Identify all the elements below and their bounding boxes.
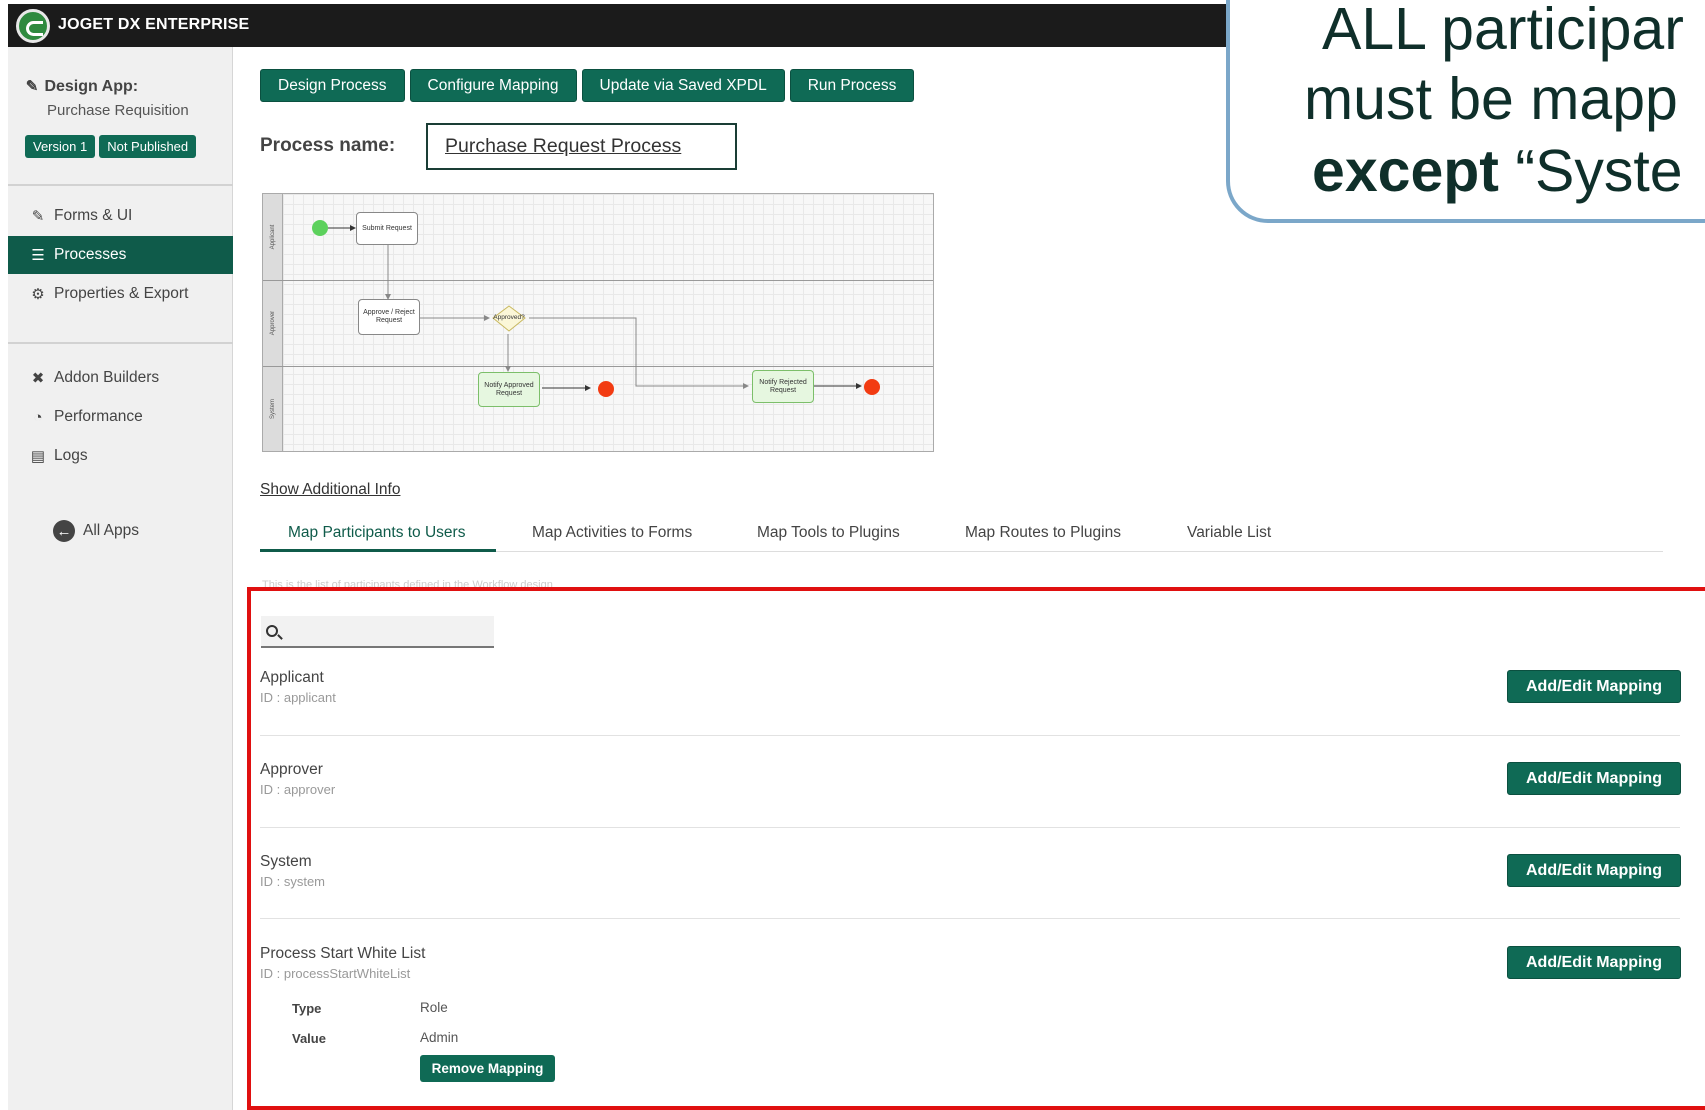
mapping-type-value: Role — [420, 1000, 448, 1015]
sidebar-item-addon-builders[interactable]: ✖ Addon Builders — [8, 359, 233, 397]
divider — [260, 735, 1680, 736]
divider — [8, 342, 233, 344]
callout-line-1: ALL participar — [1322, 0, 1684, 62]
tools-icon: ✖ — [31, 370, 45, 387]
tab-map-routes[interactable]: Map Routes to Plugins — [965, 524, 1121, 542]
list-icon: ☰ — [31, 247, 45, 264]
gauge-icon: ◔ — [33, 408, 43, 426]
tab-map-activities[interactable]: Map Activities to Forms — [532, 524, 692, 542]
participant-id: ID : processStartWhiteList — [260, 966, 411, 981]
process-name-label: Process name: — [260, 135, 396, 156]
back-arrow-icon: ← — [53, 520, 75, 542]
add-edit-mapping-button[interactable]: Add/Edit Mapping — [1507, 946, 1681, 979]
mapping-type-label: Type — [292, 1001, 322, 1016]
design-app-heading: ✎ Design App: — [24, 77, 138, 96]
callout-line-3: except “Syste — [1312, 142, 1683, 201]
add-edit-mapping-button[interactable]: Add/Edit Mapping — [1507, 854, 1681, 887]
participant-name: System — [260, 853, 312, 870]
version-badge[interactable]: Version 1 — [25, 135, 96, 158]
remove-mapping-button[interactable]: Remove Mapping — [420, 1055, 555, 1082]
edit-icon: ✎ — [31, 208, 45, 225]
brand-title: JOGET DX ENTERPRISE — [58, 16, 250, 33]
start-event-icon[interactable] — [312, 220, 328, 236]
participant-row: Applicant ID : applicant — [260, 669, 1680, 705]
sidebar-item-properties[interactable]: ⚙ Properties & Export — [8, 275, 233, 313]
all-apps-label: All Apps — [83, 522, 140, 539]
process-name-value[interactable]: Purchase Request Process — [426, 123, 737, 170]
participant-row: System ID : system — [260, 853, 1680, 889]
process-toolbar: Design Process Configure Mapping Update … — [260, 69, 915, 102]
instruction-callout: ALL participar must be mapp except “Syst… — [1226, 0, 1705, 223]
callout-line-2: must be mapp — [1304, 66, 1678, 132]
sidebar-item-logs[interactable]: ▤ Logs — [8, 437, 233, 475]
end-event-icon[interactable] — [864, 379, 880, 395]
edit-icon: ✎ — [25, 78, 39, 95]
participant-name: Process Start White List — [260, 945, 426, 962]
configure-mapping-button[interactable]: Configure Mapping — [409, 69, 577, 102]
tab-map-tools[interactable]: Map Tools to Plugins — [757, 524, 900, 542]
sidebar-item-label: Properties & Export — [54, 285, 189, 302]
sidebar-item-performance[interactable]: ◔ Performance — [8, 398, 233, 436]
participant-row: Approver ID : approver — [260, 761, 1680, 797]
mapping-tabs: Map Participants to Users Map Activities… — [260, 518, 1663, 552]
participant-row: Process Start White List ID : processSta… — [260, 945, 1680, 981]
add-edit-mapping-button[interactable]: Add/Edit Mapping — [1507, 670, 1681, 703]
tab-map-participants[interactable]: Map Participants to Users — [288, 524, 465, 542]
participant-name: Approver — [260, 761, 323, 778]
sidebar: ✎ Design App: Purchase Requisition Versi… — [8, 47, 233, 1110]
add-edit-mapping-button[interactable]: Add/Edit Mapping — [1507, 762, 1681, 795]
mapping-value-value: Admin — [420, 1030, 459, 1045]
tab-variable-list[interactable]: Variable List — [1187, 524, 1271, 542]
sidebar-item-label: Logs — [54, 447, 88, 464]
search-icon — [266, 625, 278, 637]
all-apps-link[interactable]: ← All Apps — [53, 520, 139, 542]
node-notify-rejected[interactable]: Notify Rejected Request — [752, 370, 814, 403]
node-approve-reject[interactable]: Approve / Reject Request — [358, 299, 420, 335]
mapping-value-label: Value — [292, 1031, 326, 1046]
callout-emphasis: except — [1312, 138, 1499, 204]
joget-logo-icon[interactable] — [16, 9, 50, 43]
show-additional-info-link[interactable]: Show Additional Info — [260, 481, 400, 499]
divider — [260, 827, 1680, 828]
divider — [260, 918, 1680, 919]
sidebar-item-label: Forms & UI — [54, 207, 133, 224]
participant-id: ID : applicant — [260, 690, 336, 705]
sidebar-item-forms[interactable]: ✎ Forms & UI — [8, 197, 233, 235]
sidebar-item-label: Processes — [54, 246, 127, 263]
search-input[interactable] — [261, 616, 494, 648]
callout-line-3-rest: “Syste — [1498, 138, 1683, 204]
design-process-button[interactable]: Design Process — [260, 69, 405, 102]
run-process-button[interactable]: Run Process — [789, 69, 915, 102]
sidebar-item-label: Addon Builders — [54, 369, 160, 386]
node-decision-approved[interactable]: Approved? — [485, 312, 533, 324]
active-tab-indicator — [260, 549, 496, 552]
participant-id: ID : system — [260, 874, 326, 889]
process-diagram[interactable]: Applicant Approver System Submit Request… — [262, 193, 934, 452]
highlight-box — [247, 587, 1705, 1110]
node-submit-request[interactable]: Submit Request — [356, 212, 418, 245]
participant-id: ID : approver — [260, 782, 336, 797]
gear-icon: ⚙ — [31, 286, 45, 303]
design-app-label: Design App: — [44, 78, 139, 95]
participant-name: Applicant — [260, 669, 324, 686]
app-name: Purchase Requisition — [47, 102, 189, 119]
status-badge[interactable]: Not Published — [99, 135, 197, 158]
node-notify-approved[interactable]: Notify Approved Request — [478, 372, 540, 407]
sidebar-item-label: Performance — [54, 408, 143, 425]
scroll-icon: ▤ — [30, 448, 46, 465]
sidebar-item-processes[interactable]: ☰ Processes — [8, 236, 233, 274]
update-xpdl-button[interactable]: Update via Saved XPDL — [581, 69, 785, 102]
divider — [8, 184, 233, 186]
end-event-icon[interactable] — [598, 381, 614, 397]
